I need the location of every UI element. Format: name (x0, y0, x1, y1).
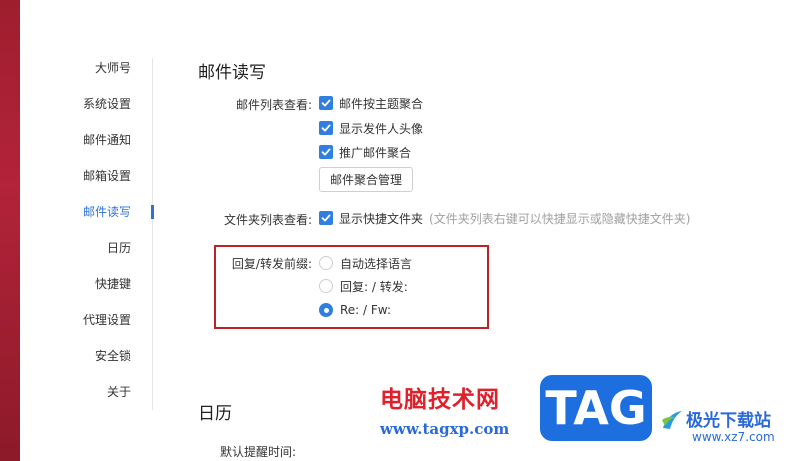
option-label: 显示快捷文件夹 (339, 211, 424, 226)
option-label: 自动选择语言 (340, 256, 413, 271)
option-show-sender-avatar[interactable]: 显示发件人头像 (319, 120, 423, 136)
sidebar-divider (152, 58, 153, 410)
radio-unselected-icon[interactable] (319, 279, 333, 293)
sidebar-item-mailbox-settings[interactable]: 邮箱设置 (83, 167, 131, 184)
watermark-tag-logo: TAG (540, 375, 652, 441)
window-edge-strip (0, 0, 20, 461)
checkbox-checked-icon[interactable] (319, 211, 333, 225)
brand-name: 极光下载站 (686, 411, 771, 431)
mail-grouping-manage-button[interactable]: 邮件聚合管理 (319, 167, 413, 192)
brand-logo-icon (662, 411, 682, 429)
option-label: 显示发件人头像 (339, 121, 424, 136)
radio-selected-icon[interactable] (319, 303, 333, 317)
sidebar-item-mail-read-write[interactable]: 邮件读写 (83, 203, 131, 220)
sidebar-item-about[interactable]: 关于 (107, 383, 131, 400)
option-english-prefix[interactable]: Re: / Fw: (319, 302, 391, 318)
radio-unselected-icon[interactable] (319, 256, 333, 270)
option-label: 邮件按主题聚合 (339, 96, 424, 111)
sidebar-item-mail-notification[interactable]: 邮件通知 (83, 131, 131, 148)
folder-list-view-label: 文件夹列表查看: (223, 213, 312, 227)
watermark-site-url: www.tagxp.com (380, 420, 510, 438)
checkbox-checked-icon[interactable] (319, 121, 333, 135)
sidebar-item-security-lock[interactable]: 安全锁 (95, 347, 131, 364)
option-thread-grouping[interactable]: 邮件按主题聚合 (319, 95, 423, 111)
checkbox-checked-icon[interactable] (319, 96, 333, 110)
sidebar-item-shortcuts[interactable]: 快捷键 (95, 275, 131, 292)
sidebar-item-proxy-settings[interactable]: 代理设置 (83, 311, 131, 328)
section-title-mail-read-write: 邮件读写 (198, 63, 266, 83)
option-label: Re: / Fw: (340, 303, 391, 317)
sidebar-item-master-account[interactable]: 大师号 (95, 59, 131, 76)
sidebar-item-system-settings[interactable]: 系统设置 (83, 95, 131, 112)
mail-list-view-label: 邮件列表查看: (235, 98, 312, 112)
default-reminder-label: 默认提醒时间: (220, 445, 297, 459)
watermark-brand: 极光下载站 www.xz7.com (660, 406, 801, 456)
active-nav-indicator (151, 205, 154, 219)
section-title-calendar: 日历 (198, 404, 232, 424)
reply-prefix-label: 回复/转发前缀: (231, 257, 312, 271)
option-chinese-prefix[interactable]: 回复: / 转发: (319, 278, 408, 294)
sidebar-item-calendar[interactable]: 日历 (107, 239, 131, 256)
settings-sidebar: 大师号 系统设置 邮件通知 邮箱设置 邮件读写 日历 快捷键 代理设置 安全锁 … (20, 0, 153, 461)
option-promo-grouping[interactable]: 推广邮件聚合 (319, 144, 411, 160)
watermark-site-name: 电脑技术网 (380, 387, 500, 413)
brand-url: www.xz7.com (692, 430, 775, 444)
option-auto-language[interactable]: 自动选择语言 (319, 255, 412, 271)
option-label: 回复: / 转发: (340, 279, 408, 294)
quick-folder-hint: (文件夹列表右键可以快捷显示或隐藏快捷文件夹) (429, 211, 691, 226)
checkbox-checked-icon[interactable] (319, 145, 333, 159)
option-label: 推广邮件聚合 (339, 145, 412, 160)
option-show-quick-folders[interactable]: 显示快捷文件夹 (文件夹列表右键可以快捷显示或隐藏快捷文件夹) (319, 210, 690, 226)
